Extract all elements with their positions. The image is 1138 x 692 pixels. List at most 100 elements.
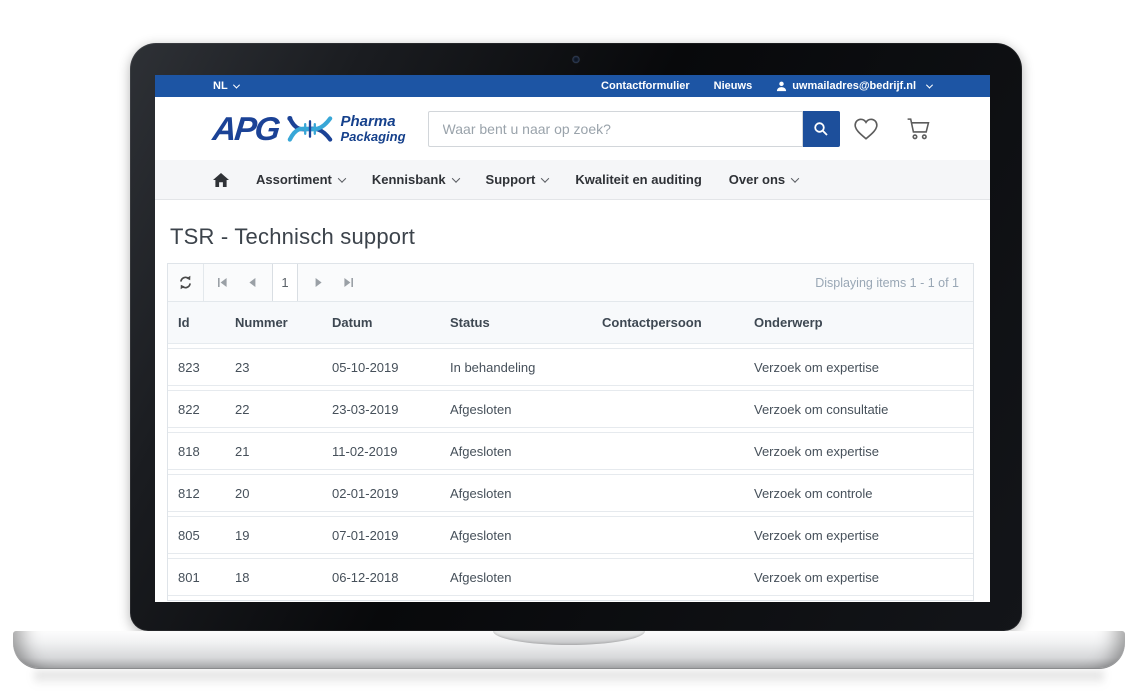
chevron-down-icon (451, 174, 459, 182)
language-label: NL (213, 80, 228, 92)
nieuws-link[interactable]: Nieuws (714, 80, 753, 92)
scene: NL Contactformulier Nieuws uwmailadres@b… (0, 0, 1138, 692)
cell-nummer: 20 (225, 474, 322, 512)
table-row[interactable]: 818 21 11-02-2019 Afgesloten Verzoek om … (168, 432, 973, 470)
cell-onderwerp: Verzoek om controle (744, 474, 973, 512)
cell-onderwerp: Verzoek om consultatie (744, 390, 973, 428)
pager: 1 (207, 264, 363, 301)
nav-item-assortiment[interactable]: Assortiment (256, 172, 345, 187)
search-bar (428, 111, 840, 147)
tsr-table: Id Nummer Datum Status Contactpersoon On… (168, 298, 973, 600)
cell-status: Afgesloten (440, 474, 592, 512)
cell-onderwerp: Verzoek om expertise (744, 432, 973, 470)
cell-contactpersoon (592, 474, 744, 512)
column-header-id[interactable]: Id (168, 302, 225, 344)
current-page[interactable]: 1 (272, 264, 298, 301)
cell-datum: 23-03-2019 (322, 390, 440, 428)
column-header-nummer[interactable]: Nummer (225, 302, 322, 344)
grid-toolbar: 1 Displaying items 1 - 1 of 1 (168, 264, 973, 302)
main-nav: Assortiment Kennisbank Support Kwaliteit… (155, 160, 990, 200)
cell-nummer: 21 (225, 432, 322, 470)
nav-item-kennisbank[interactable]: Kennisbank (372, 172, 459, 187)
cell-datum: 06-12-2018 (322, 558, 440, 596)
chevron-down-icon (233, 81, 240, 88)
logo[interactable]: APG Pharma (213, 112, 406, 145)
dna-helix-icon (286, 113, 334, 145)
cell-contactpersoon (592, 558, 744, 596)
nav-item-kwaliteit-en-auditing[interactable]: Kwaliteit en auditing (575, 172, 701, 187)
cell-id: 805 (168, 516, 225, 554)
cell-id: 801 (168, 558, 225, 596)
cell-contactpersoon (592, 516, 744, 554)
cell-status: In behandeling (440, 348, 592, 386)
search-button[interactable] (803, 111, 840, 147)
nav-item-over-ons[interactable]: Over ons (729, 172, 798, 187)
pager-status: Displaying items 1 - 1 of 1 (815, 276, 959, 290)
cell-datum: 11-02-2019 (322, 432, 440, 470)
home-icon[interactable] (213, 173, 229, 187)
topbar: NL Contactformulier Nieuws uwmailadres@b… (155, 75, 990, 97)
page-content: TSR - Technisch support (155, 200, 990, 601)
tsr-grid: 1 Displaying items 1 - 1 of 1 (167, 263, 974, 601)
laptop-reflection (34, 671, 1104, 686)
nav-item-support[interactable]: Support (486, 172, 549, 187)
cell-status: Afgesloten (440, 516, 592, 554)
logo-apg-text: APG (211, 112, 280, 145)
table-header-row: Id Nummer Datum Status Contactpersoon On… (168, 302, 973, 344)
chevron-down-icon (338, 174, 346, 182)
column-header-contactpersoon[interactable]: Contactpersoon (592, 302, 744, 344)
table-row[interactable]: 801 18 06-12-2018 Afgesloten Verzoek om … (168, 558, 973, 596)
cell-datum: 07-01-2019 (322, 516, 440, 554)
contactformulier-link[interactable]: Contactformulier (601, 80, 690, 92)
language-selector[interactable]: NL (213, 80, 239, 92)
cell-nummer: 19 (225, 516, 322, 554)
refresh-button[interactable] (168, 264, 204, 301)
cell-id: 812 (168, 474, 225, 512)
chevron-down-icon (541, 174, 549, 182)
table-row[interactable]: 822 22 23-03-2019 Afgesloten Verzoek om … (168, 390, 973, 428)
logo-brand-text: Pharma Packaging (341, 114, 406, 143)
user-icon (776, 81, 787, 92)
cell-status: Afgesloten (440, 432, 592, 470)
webcam-icon (573, 56, 580, 63)
laptop-notch (493, 631, 645, 645)
cell-onderwerp: Verzoek om expertise (744, 348, 973, 386)
column-header-datum[interactable]: Datum (322, 302, 440, 344)
cell-contactpersoon (592, 390, 744, 428)
previous-page-button[interactable] (237, 264, 267, 301)
cell-nummer: 18 (225, 558, 322, 596)
table-row[interactable]: 812 20 02-01-2019 Afgesloten Verzoek om … (168, 474, 973, 512)
user-account-menu[interactable]: uwmailadres@bedrijf.nl (776, 80, 932, 92)
cell-nummer: 23 (225, 348, 322, 386)
cell-id: 818 (168, 432, 225, 470)
next-page-button[interactable] (303, 264, 333, 301)
site-header: APG Pharma (155, 97, 990, 160)
browser-viewport: NL Contactformulier Nieuws uwmailadres@b… (155, 75, 990, 602)
cell-datum: 05-10-2019 (322, 348, 440, 386)
cell-id: 822 (168, 390, 225, 428)
cart-icon[interactable] (905, 116, 932, 141)
search-input[interactable] (428, 111, 803, 147)
last-page-button[interactable] (333, 264, 363, 301)
laptop-base (13, 631, 1125, 668)
laptop-screen: NL Contactformulier Nieuws uwmailadres@b… (130, 43, 1022, 631)
table-row[interactable]: 823 23 05-10-2019 In behandeling Verzoek… (168, 348, 973, 386)
first-page-button[interactable] (207, 264, 237, 301)
cell-onderwerp: Verzoek om expertise (744, 558, 973, 596)
cell-datum: 02-01-2019 (322, 474, 440, 512)
cell-status: Afgesloten (440, 558, 592, 596)
wishlist-heart-icon[interactable] (853, 117, 879, 141)
table-row[interactable]: 805 19 07-01-2019 Afgesloten Verzoek om … (168, 516, 973, 554)
column-header-onderwerp[interactable]: Onderwerp (744, 302, 973, 344)
cell-onderwerp: Verzoek om expertise (744, 516, 973, 554)
column-header-status[interactable]: Status (440, 302, 592, 344)
cell-status: Afgesloten (440, 390, 592, 428)
chevron-down-icon (791, 174, 799, 182)
cell-contactpersoon (592, 432, 744, 470)
search-icon (813, 121, 829, 137)
page-title: TSR - Technisch support (170, 224, 974, 250)
cell-nummer: 22 (225, 390, 322, 428)
user-email: uwmailadres@bedrijf.nl (792, 80, 916, 92)
cell-id: 823 (168, 348, 225, 386)
cell-contactpersoon (592, 348, 744, 386)
